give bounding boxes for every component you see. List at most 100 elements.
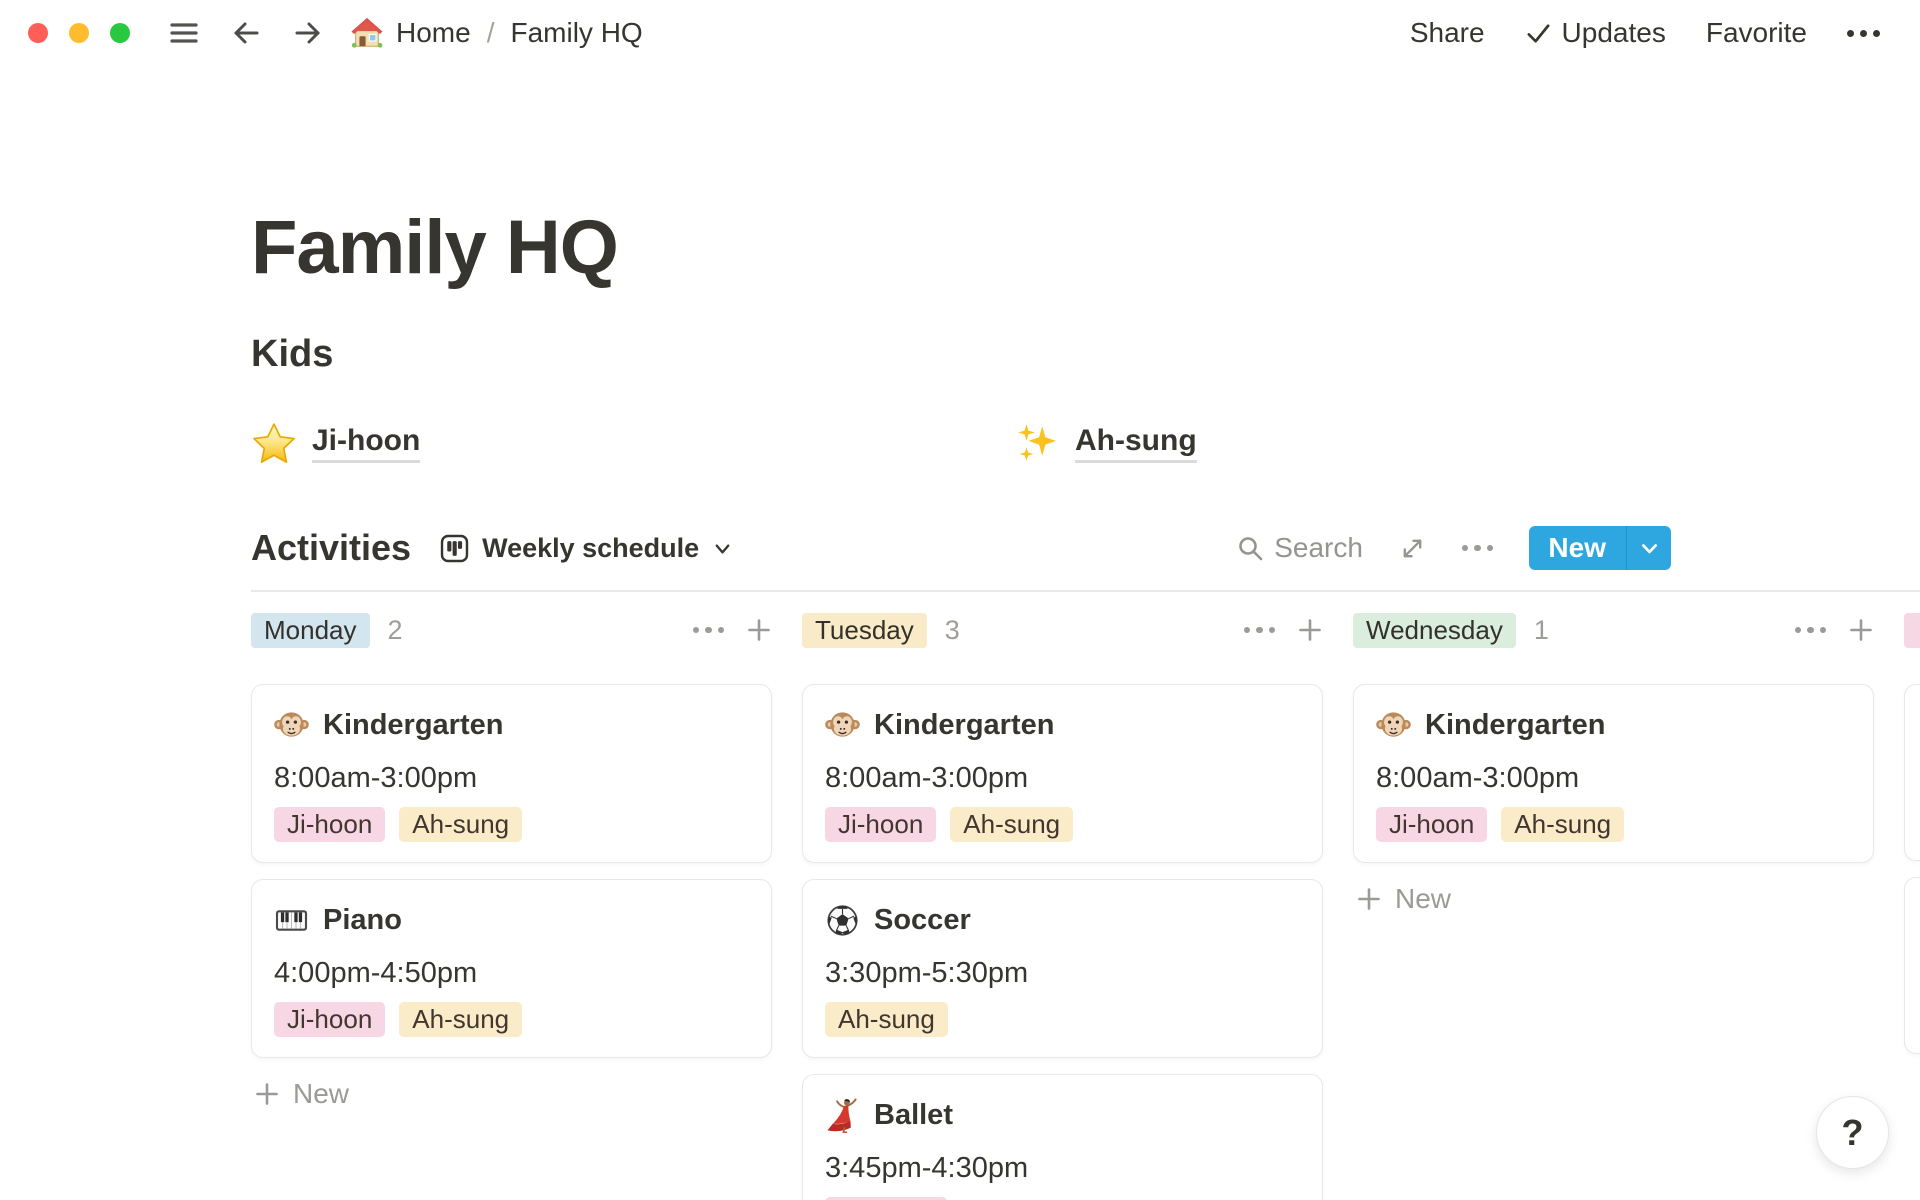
tag-chip[interactable]: Ji-hoon [274, 807, 385, 842]
soccer-icon [825, 903, 860, 938]
kid-links-row: Ji-hoon Ah-sung [251, 422, 1920, 472]
breadcrumb-separator: / [487, 17, 495, 49]
board-view-icon [439, 533, 470, 564]
board-card[interactable]: Kindergarten 8:00am-3:00pm Ji-hoonAh-sun… [802, 684, 1323, 863]
board-card[interactable] [1904, 877, 1920, 1054]
updates-label: Updates [1562, 17, 1666, 49]
card-title: Kindergarten [874, 709, 1054, 742]
view-selector[interactable]: Weekly schedule [439, 533, 734, 564]
page-link-label: Ah-sung [1075, 424, 1197, 463]
expand-icon[interactable] [1399, 535, 1426, 562]
card-title: Ballet [874, 1099, 953, 1132]
favorite-button[interactable]: Favorite [1706, 17, 1807, 49]
card-list: Kindergarten 8:00am-3:00pm Ji-hoonAh-sun… [802, 684, 1323, 1200]
page-link-jihoon[interactable]: Ji-hoon [253, 422, 420, 464]
column-options-icon[interactable] [1795, 627, 1827, 634]
view-options-icon[interactable] [1462, 545, 1494, 552]
back-button[interactable] [230, 17, 262, 49]
card-title: Kindergarten [323, 709, 503, 742]
column-add-icon[interactable] [746, 617, 772, 643]
tag-chip[interactable]: Ji-hoon [274, 1002, 385, 1037]
column-controls [693, 617, 773, 643]
card-title: Soccer [874, 904, 971, 937]
star-icon [253, 422, 295, 464]
house-icon [350, 16, 384, 50]
column-controls [1244, 617, 1324, 643]
more-options-icon[interactable] [1847, 30, 1880, 37]
breadcrumb: Home / Family HQ [350, 16, 643, 50]
topbar-actions: Share Updates Favorite [1410, 17, 1880, 49]
column-new-label: New [1395, 883, 1451, 915]
board-card[interactable]: Soccer 3:30pm-5:30pm Ah-sung [802, 879, 1323, 1058]
board-column [1904, 612, 1920, 1200]
new-button-label: New [1529, 526, 1626, 570]
column-new-button[interactable]: New [1353, 883, 1874, 915]
board-column: Wednesday 1 Kindergarten 8:00am-3:00pm J… [1353, 612, 1874, 1200]
card-list: Kindergarten 8:00am-3:00pm Ji-hoonAh-sun… [251, 684, 772, 1058]
board-card[interactable] [1904, 684, 1920, 861]
column-add-icon[interactable] [1297, 617, 1323, 643]
column-new-button[interactable]: New [251, 1078, 772, 1110]
database-title[interactable]: Activities [251, 527, 411, 569]
card-tags: Ji-hoon Ah-sung [274, 1002, 749, 1037]
page-link-ahsung[interactable]: Ah-sung [1016, 422, 1197, 464]
column-badge[interactable]: Tuesday [802, 613, 927, 648]
tag-chip[interactable]: Ah-sung [950, 807, 1073, 842]
page-title: Family HQ [251, 200, 1920, 296]
minimize-window-button[interactable] [69, 23, 89, 43]
close-window-button[interactable] [28, 23, 48, 43]
zoom-window-button[interactable] [110, 23, 130, 43]
board: Monday 2 Kindergarten 8:00am-3:00pm Ji-h… [251, 612, 1920, 1200]
card-time: 3:45pm-4:30pm [825, 1151, 1300, 1185]
board-column: Tuesday 3 Kindergarten 8:00am-3:00pm Ji-… [802, 612, 1323, 1200]
tag-chip[interactable]: Ji-hoon [825, 807, 936, 842]
breadcrumb-page[interactable]: Family HQ [510, 17, 642, 49]
card-title-row: Ballet [825, 1095, 1300, 1135]
column-new-label: New [293, 1078, 349, 1110]
search-button[interactable]: Search [1236, 532, 1363, 564]
plus-icon [254, 1081, 280, 1107]
share-button[interactable]: Share [1410, 17, 1485, 49]
check-icon [1525, 20, 1552, 47]
column-badge[interactable]: Wednesday [1353, 613, 1516, 648]
help-button[interactable]: ? [1816, 1096, 1889, 1169]
monkey-icon [825, 708, 860, 743]
updates-button[interactable]: Updates [1525, 17, 1666, 49]
card-tags: Ji-hoon Ah-sung [1376, 807, 1851, 842]
column-options-icon[interactable] [1244, 627, 1276, 634]
column-header: Wednesday 1 [1353, 612, 1874, 648]
breadcrumb-home[interactable]: Home [396, 17, 471, 49]
new-dropdown-button[interactable] [1626, 526, 1671, 570]
card-list [1904, 684, 1920, 1054]
board-card[interactable]: Kindergarten 8:00am-3:00pm Ji-hoonAh-sun… [1353, 684, 1874, 863]
forward-button[interactable] [292, 17, 324, 49]
tag-chip[interactable]: Ah-sung [399, 1002, 522, 1037]
card-title: Piano [323, 904, 402, 937]
column-header: Tuesday 3 [802, 612, 1323, 648]
column-add-icon[interactable] [1848, 617, 1874, 643]
tag-chip[interactable]: Ji-hoon [1376, 807, 1487, 842]
dancer-icon [825, 1098, 860, 1133]
board-card[interactable]: Kindergarten 8:00am-3:00pm Ji-hoonAh-sun… [251, 684, 772, 863]
column-badge[interactable] [1904, 613, 1920, 648]
tag-chip[interactable]: Ah-sung [825, 1002, 948, 1037]
column-header: Monday 2 [251, 612, 772, 648]
window-topbar: Home / Family HQ Share Updates Favorite [0, 0, 1920, 66]
board-card[interactable]: Ballet 3:45pm-4:30pm [802, 1074, 1323, 1200]
column-count: 1 [1534, 615, 1549, 646]
column-options-icon[interactable] [693, 627, 725, 634]
database-actions: Search New [1236, 526, 1671, 570]
card-title-row: Soccer [825, 900, 1300, 940]
chevron-down-icon [711, 537, 734, 560]
board-divider [251, 590, 1920, 592]
page-content: Family HQ Kids Ji-hoon Ah-sung Activitie… [251, 200, 1920, 1200]
sidebar-menu-icon[interactable] [168, 17, 200, 49]
new-button[interactable]: New [1529, 526, 1671, 570]
board-column: Monday 2 Kindergarten 8:00am-3:00pm Ji-h… [251, 612, 772, 1200]
tag-chip[interactable]: Ah-sung [1501, 807, 1624, 842]
tag-chip[interactable]: Ah-sung [399, 807, 522, 842]
column-badge[interactable]: Monday [251, 613, 370, 648]
card-title-row: Kindergarten [1376, 705, 1851, 745]
board-card[interactable]: Piano 4:00pm-4:50pm Ji-hoonAh-sung [251, 879, 772, 1058]
sparkles-icon [1016, 422, 1058, 464]
